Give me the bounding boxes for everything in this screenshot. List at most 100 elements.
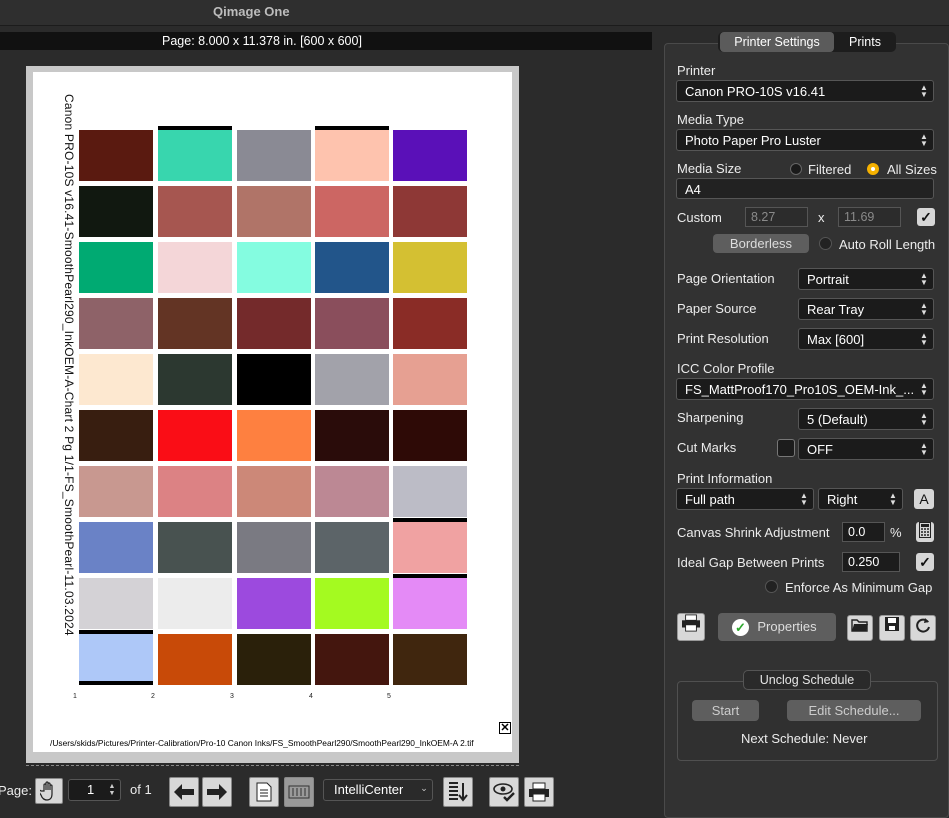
gap-field[interactable]: 0.250 (842, 552, 900, 572)
custom-height-field[interactable]: 11.69 (838, 207, 901, 227)
paper-source-select[interactable]: Rear Tray ▲ ▼ (798, 298, 934, 320)
color-patch (315, 634, 389, 685)
arrow-left-icon[interactable] (169, 777, 199, 807)
print-preview[interactable]: Canon PRO-10S v16.41-SmoothPearl290_InkO… (26, 66, 519, 763)
page-stepper-icon[interactable]: ▲ ▼ (106, 783, 118, 799)
layout-mode-select[interactable]: IntelliCenter ⌄ (323, 779, 433, 801)
orientation-label: Page Orientation (677, 271, 775, 286)
printer-icon[interactable] (677, 613, 705, 641)
page-boundary (26, 765, 519, 766)
tab-prints[interactable]: Prints (836, 32, 894, 52)
color-patch (315, 242, 389, 293)
color-patch (315, 186, 389, 237)
cut-marks-color-swatch[interactable] (777, 439, 795, 457)
icc-profile-select[interactable]: FS_MattProof170_Pro10S_OEM-Ink_... ▲ ▼ (676, 378, 934, 400)
color-patch (237, 354, 311, 405)
auto-roll-checkbox[interactable] (819, 237, 832, 250)
paper-source-value: Rear Tray (807, 302, 865, 317)
custom-width-field[interactable]: 8.27 (745, 207, 808, 227)
cut-marks-value: OFF (807, 442, 833, 457)
color-patch (79, 410, 153, 461)
title-bar: Qimage One (0, 0, 949, 26)
resolution-label: Print Resolution (677, 331, 769, 346)
color-patch (237, 634, 311, 685)
color-patch (393, 242, 467, 293)
enforce-gap-checkbox[interactable] (765, 580, 778, 593)
registration-bar (315, 126, 389, 130)
all-sizes-radio[interactable] (867, 163, 879, 175)
shrink-field[interactable]: 0.0 (842, 522, 885, 542)
color-patch (158, 410, 232, 461)
page-label: Page: (0, 783, 32, 798)
registration-bar (393, 574, 467, 578)
enforce-gap-label: Enforce As Minimum Gap (785, 580, 933, 595)
tab-printer-settings[interactable]: Printer Settings (720, 32, 834, 52)
page-number-field[interactable]: 1 ▲ ▼ (68, 779, 121, 801)
print-info-select[interactable]: Full path ▲ ▼ (676, 488, 814, 510)
updown-icon: ▲ ▼ (920, 132, 928, 148)
borderless-button[interactable]: Borderless (713, 234, 809, 253)
tab-bar: Printer Settings Prints (718, 32, 896, 52)
cut-marks-select[interactable]: OFF ▲ ▼ (798, 438, 934, 460)
color-patch (158, 130, 232, 181)
resolution-select[interactable]: Max [600] ▲ ▼ (798, 328, 934, 350)
color-patch (79, 130, 153, 181)
calculator-icon[interactable] (916, 522, 934, 542)
custom-check-icon[interactable]: ✓ (917, 208, 935, 226)
color-patch (237, 578, 311, 629)
updown-icon: ▲ ▼ (920, 301, 928, 317)
page-number-value: 1 (87, 782, 95, 797)
icc-profile-value: FS_MattProof170_Pro10S_OEM-Ink_... (685, 382, 915, 397)
gap-check-icon[interactable]: ✓ (916, 553, 934, 571)
sharpening-select[interactable]: 5 (Default) ▲ ▼ (798, 408, 934, 430)
color-patch (315, 298, 389, 349)
updown-icon: ▲ ▼ (920, 271, 928, 287)
file-path: /Users/skids/Pictures/Printer-Calibratio… (50, 738, 474, 748)
sort-down-icon[interactable] (443, 777, 473, 807)
orientation-select[interactable]: Portrait ▲ ▼ (798, 268, 934, 290)
filtered-radio[interactable] (790, 163, 802, 175)
color-patch (158, 466, 232, 517)
page-count: of 1 (130, 782, 152, 797)
hand-icon[interactable] (35, 778, 63, 804)
column-number: 5 (387, 693, 391, 700)
updown-icon: ▲ ▼ (800, 491, 808, 507)
color-patch (393, 578, 467, 629)
save-icon[interactable] (879, 615, 905, 641)
printer-icon[interactable] (524, 777, 554, 807)
folder-open-icon[interactable] (847, 615, 873, 641)
registration-bar (393, 518, 467, 522)
chart-title: Canon PRO-10S v16.41-SmoothPearl290_InkO… (62, 94, 76, 636)
filtered-label: Filtered (808, 162, 852, 177)
printer-select[interactable]: Canon PRO-10S v16.41 ▲ ▼ (676, 80, 934, 102)
next-schedule-text: Next Schedule: Never (741, 731, 868, 746)
arrow-right-icon[interactable] (202, 777, 232, 807)
orientation-value: Portrait (807, 272, 849, 287)
eye-check-icon[interactable] (489, 777, 519, 807)
media-size-select[interactable]: A4 (676, 178, 934, 199)
color-patch (393, 522, 467, 573)
updown-icon: ▲ ▼ (920, 441, 928, 457)
font-icon[interactable]: A (914, 489, 934, 509)
color-patch (393, 410, 467, 461)
color-patch (393, 634, 467, 685)
properties-button[interactable]: ✓ Properties (718, 613, 836, 641)
updown-icon: ▲ ▼ (889, 491, 897, 507)
printer-label: Printer (677, 63, 716, 78)
print-info-position-select[interactable]: Right ▲ ▼ (818, 488, 903, 510)
media-type-select[interactable]: Photo Paper Pro Luster ▲ ▼ (676, 129, 934, 151)
registration-bar (158, 126, 232, 130)
close-icon[interactable]: ✕ (499, 722, 511, 734)
unclog-title: Unclog Schedule (743, 670, 871, 690)
custom-x-label: x (818, 210, 825, 225)
check-circle-icon: ✓ (732, 619, 749, 636)
color-patch (237, 186, 311, 237)
color-patch (79, 186, 153, 237)
color-patch (237, 466, 311, 517)
page-info-text: Page: 8.000 x 11.378 in. [600 x 600] (162, 34, 362, 48)
edit-schedule-button[interactable]: Edit Schedule... (787, 700, 921, 721)
page-icon[interactable] (249, 777, 279, 807)
refresh-icon[interactable] (910, 615, 936, 641)
start-button[interactable]: Start (692, 700, 759, 721)
filmstrip-icon[interactable] (284, 777, 314, 807)
